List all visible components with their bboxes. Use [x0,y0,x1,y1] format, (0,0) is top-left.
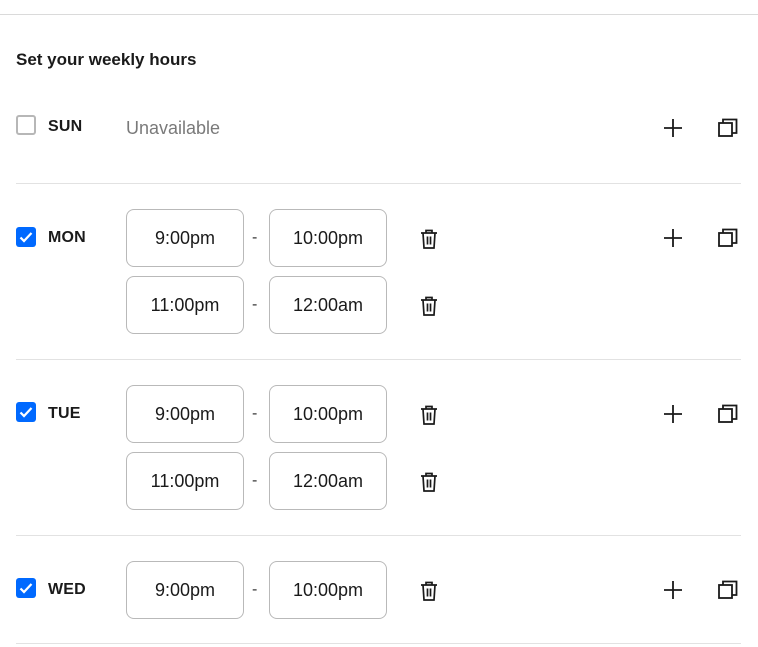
tue-interval-2-delete-trash-icon[interactable] [416,469,442,495]
tue-copy-icon[interactable] [715,401,741,427]
tue-checkbox[interactable] [16,402,36,422]
day-divider [16,643,741,644]
range-separator: - [252,472,258,489]
top-divider [0,14,758,15]
wed-interval-1-end-input[interactable] [269,561,387,619]
mon-checkbox[interactable] [16,227,36,247]
range-separator: - [252,296,258,313]
tue-add-interval-plus-icon[interactable] [660,401,686,427]
day-divider [16,183,741,184]
day-divider [16,535,741,536]
wed-copy-icon[interactable] [715,577,741,603]
mon-interval-2-start-input[interactable] [126,276,244,334]
sun-add-interval-plus-icon[interactable] [660,115,686,141]
page-title: Set your weekly hours [16,50,197,69]
mon-interval-1-start-input[interactable] [126,209,244,267]
tue-interval-1-delete-trash-icon[interactable] [416,402,442,428]
mon-interval-1-delete-trash-icon[interactable] [416,226,442,252]
checkmark-icon [19,232,33,243]
range-separator: - [252,229,258,246]
day-divider [16,359,741,360]
wed-interval-1-start-input[interactable] [126,561,244,619]
mon-copy-icon[interactable] [715,225,741,251]
wed-checkbox[interactable] [16,578,36,598]
mon-add-interval-plus-icon[interactable] [660,225,686,251]
range-separator: - [252,405,258,422]
sun-copy-icon[interactable] [715,115,741,141]
wed-add-interval-plus-icon[interactable] [660,577,686,603]
tue-label: TUE [48,405,81,422]
range-separator: - [252,581,258,598]
sun-checkbox[interactable] [16,115,36,135]
tue-interval-2-start-input[interactable] [126,452,244,510]
tue-interval-1-end-input[interactable] [269,385,387,443]
wed-label: WED [48,581,86,598]
mon-label: MON [48,229,86,246]
checkmark-icon [19,583,33,594]
checkmark-icon [19,407,33,418]
wed-interval-1-delete-trash-icon[interactable] [416,578,442,604]
mon-interval-1-end-input[interactable] [269,209,387,267]
tue-interval-2-end-input[interactable] [269,452,387,510]
sun-unavailable-text: Unavailable [126,118,221,138]
mon-interval-2-end-input[interactable] [269,276,387,334]
mon-interval-2-delete-trash-icon[interactable] [416,293,442,319]
tue-interval-1-start-input[interactable] [126,385,244,443]
sun-label: SUN [48,118,83,135]
